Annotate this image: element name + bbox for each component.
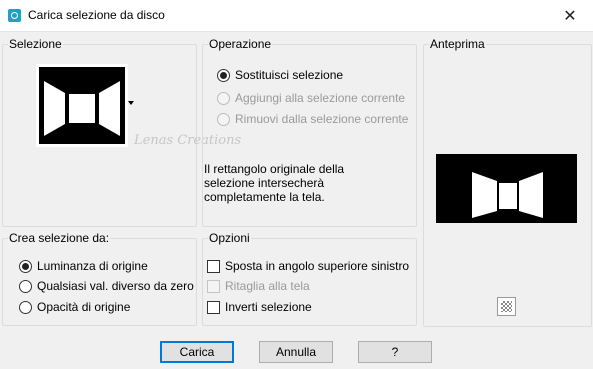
check-sposta-box[interactable] (207, 259, 220, 273)
radio-rimuovi-label: Rimuovi dalla selezione corrente (235, 112, 409, 126)
check-sposta[interactable]: Sposta in angolo superiore sinistro (207, 259, 409, 273)
radio-sostituisci-indicator[interactable] (217, 68, 230, 82)
radio-sostituisci-label: Sostituisci selezione (235, 68, 344, 82)
opzioni-label: Opzioni (208, 231, 251, 245)
selection-thumbnail-image (36, 64, 128, 147)
radio-rimuovi-indicator[interactable] (217, 112, 230, 126)
radio-aggiungi-indicator[interactable] (217, 91, 230, 105)
radio-luminanza-label: Luminanza di origine (37, 259, 148, 273)
carica-button[interactable]: Carica (160, 341, 234, 363)
radio-qualsiasi-indicator[interactable] (19, 279, 32, 293)
radio-luminanza[interactable]: Luminanza di origine (19, 259, 148, 273)
radio-sostituisci[interactable]: Sostituisci selezione (217, 68, 343, 82)
radio-qualsiasi[interactable]: Qualsiasi val. diverso da zero (19, 279, 194, 293)
crea-label: Crea selezione da: (8, 231, 111, 245)
check-inverti-label: Inverti selezione (225, 300, 312, 314)
checkerboard-pattern (501, 301, 512, 312)
title-bar: Carica selezione da disco ✕ (0, 0, 593, 32)
preview-image (436, 154, 577, 223)
radio-aggiungi-label: Aggiungi alla selezione corrente (235, 91, 406, 105)
radio-opacita-label: Opacità di origine (37, 300, 131, 314)
operation-description: Il rettangolo originale della selezione … (204, 162, 345, 204)
operazione-label: Operazione (208, 37, 273, 51)
radio-rimuovi[interactable]: Rimuovi dalla selezione corrente (217, 112, 408, 126)
close-button[interactable]: ✕ (547, 0, 593, 31)
selezione-label: Selezione (8, 37, 63, 51)
close-icon: ✕ (563, 7, 577, 25)
anteprima-label: Anteprima (429, 37, 486, 51)
dropdown-arrow-icon[interactable] (128, 101, 134, 105)
radio-opacita-indicator[interactable] (19, 300, 32, 314)
selection-thumbnail[interactable] (36, 64, 128, 147)
check-ritaglia-label: Ritaglia alla tela (225, 279, 310, 293)
radio-aggiungi[interactable]: Aggiungi alla selezione corrente (217, 91, 405, 105)
radio-luminanza-indicator[interactable] (19, 259, 32, 273)
checkerboard-icon[interactable] (497, 297, 516, 316)
check-inverti-box[interactable] (207, 300, 220, 314)
annulla-button[interactable]: Annulla (259, 341, 333, 363)
preview-canvas (436, 154, 577, 223)
radio-opacita[interactable]: Opacità di origine (19, 300, 130, 314)
check-ritaglia[interactable]: Ritaglia alla tela (207, 279, 310, 293)
app-icon (8, 9, 21, 22)
check-ritaglia-box[interactable] (207, 279, 220, 293)
check-sposta-label: Sposta in angolo superiore sinistro (225, 259, 410, 273)
help-button[interactable]: ? (358, 341, 432, 363)
radio-qualsiasi-label: Qualsiasi val. diverso da zero (37, 279, 194, 293)
window-title: Carica selezione da disco (28, 8, 165, 22)
check-inverti[interactable]: Inverti selezione (207, 300, 312, 314)
